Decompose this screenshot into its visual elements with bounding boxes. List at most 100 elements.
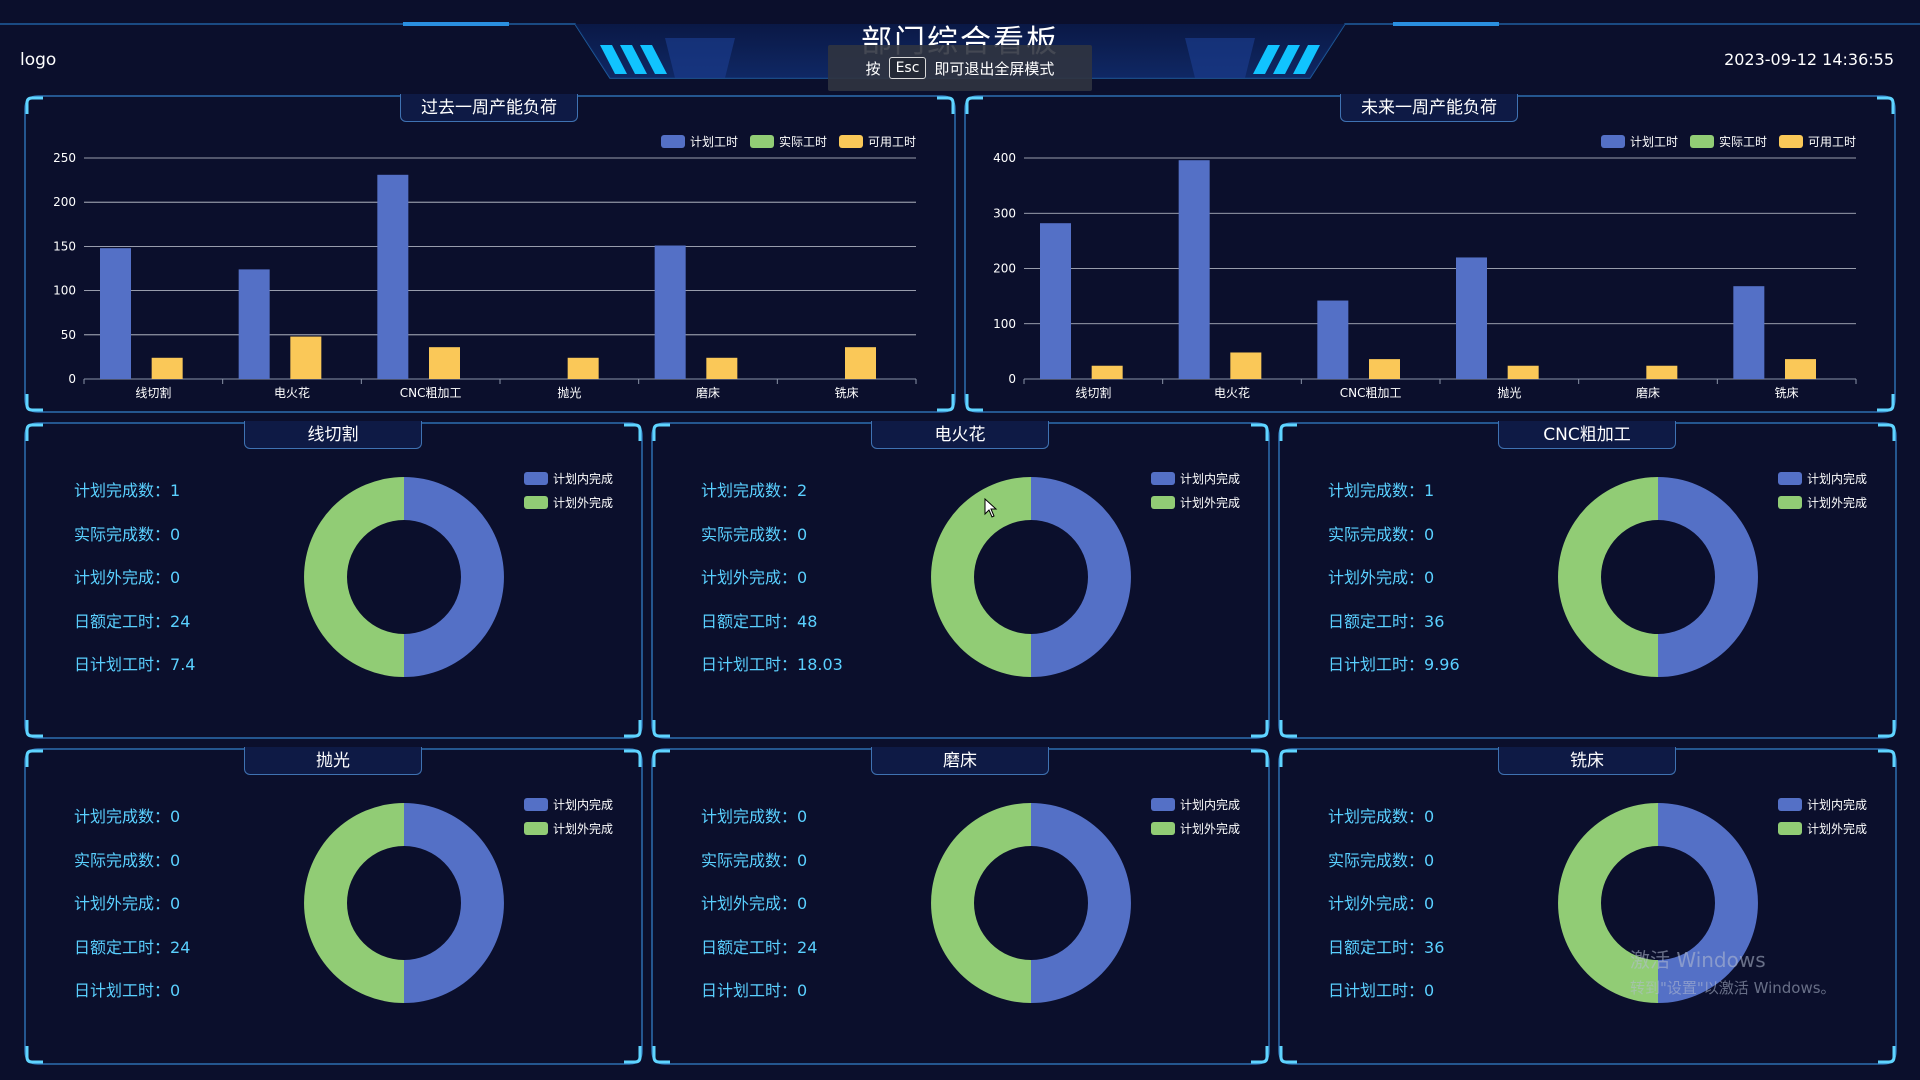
- stat-row: 日计划工时：9.96: [1328, 651, 1460, 695]
- watermark-line2: 转到"设置"以激活 Windows。: [1630, 979, 1836, 997]
- legend-out-plan[interactable]: 计划外完成: [524, 494, 613, 511]
- donut-slice-in-plan[interactable]: [1031, 477, 1131, 677]
- bar-available[interactable]: [845, 347, 876, 379]
- donut-legend: 计划内完成计划外完成: [1778, 796, 1867, 844]
- donut-legend: 计划内完成计划外完成: [524, 470, 613, 518]
- donut-chart: [1558, 477, 1758, 677]
- bar-available[interactable]: [151, 357, 183, 379]
- stat-label: 日计划工时：: [701, 981, 798, 1000]
- bar-available[interactable]: [706, 357, 738, 379]
- legend-in-plan[interactable]: 计划内完成: [524, 470, 613, 487]
- stat-value: 0: [1424, 894, 1435, 913]
- bar-available[interactable]: [1230, 352, 1262, 379]
- legend-label: 计划外完成: [1807, 496, 1868, 510]
- donut-slice-in-plan[interactable]: [404, 803, 504, 1003]
- bar-available[interactable]: [1507, 365, 1539, 379]
- stat-label: 日计划工时：: [1328, 981, 1425, 1000]
- bar-planned[interactable]: [100, 248, 131, 379]
- donut-slice-in-plan[interactable]: [1031, 803, 1131, 1003]
- corner-accent: [1279, 749, 1297, 767]
- donut-slice-out-plan[interactable]: [304, 477, 404, 677]
- donut-slice-out-plan[interactable]: [1558, 477, 1658, 677]
- panel-title: 铣床: [1498, 747, 1676, 775]
- stat-value: 7.4: [170, 655, 196, 674]
- stat-row: 计划外完成：0: [1328, 890, 1444, 934]
- legend-out-plan[interactable]: 计划外完成: [1778, 820, 1867, 837]
- toast-suffix: 即可退出全屏模式: [934, 59, 1055, 78]
- legend-in-plan[interactable]: 计划内完成: [1778, 796, 1867, 813]
- corner-accent: [652, 423, 670, 441]
- bar-planned[interactable]: [238, 269, 270, 379]
- stat-label: 日额定工时：: [74, 611, 171, 631]
- bar-available[interactable]: [567, 357, 599, 379]
- legend-swatch: [1778, 496, 1802, 509]
- panel-title: 磨床: [871, 747, 1049, 775]
- stat-row: 实际完成数：0: [701, 521, 843, 565]
- dept-panel-cnc-roughing: CNC粗加工计划完成数：1 实际完成数：0 计划外完成：0 日额定工时：36 日计划工时…: [1278, 421, 1897, 739]
- legend-in-plan[interactable]: 计划内完成: [1151, 796, 1240, 813]
- bar-planned[interactable]: [1040, 223, 1071, 379]
- corner-accent: [652, 749, 670, 767]
- bar-planned[interactable]: [377, 174, 409, 379]
- stat-row: 日计划工时：0: [74, 977, 190, 1021]
- bar-planned[interactable]: [1317, 300, 1349, 379]
- dept-stats: 计划完成数：1 实际完成数：0 计划外完成：0 日额定工时：36 日计划工时：9.96: [1328, 477, 1460, 695]
- panel-next-week-load: 未来一周产能负荷 计划工时 实际工时 可用工时 0 100 200 300 400 线切割…: [964, 94, 1896, 413]
- legend-in-plan[interactable]: 计划内完成: [524, 796, 613, 813]
- stat-label: 实际完成数：: [701, 524, 798, 544]
- corner-accent: [1878, 423, 1896, 441]
- stat-row: 计划完成数：0: [1328, 803, 1444, 847]
- bar-available[interactable]: [1646, 365, 1678, 379]
- donut-slice-in-plan[interactable]: [404, 477, 504, 677]
- corner-accent: [1251, 1046, 1269, 1064]
- mouse-cursor-icon: [984, 498, 998, 518]
- bar-available[interactable]: [429, 347, 460, 379]
- dept-stats: 计划完成数：0 实际完成数：0 计划外完成：0 日额定工时：36 日计划工时：0: [1328, 803, 1444, 1021]
- legend-out-plan[interactable]: 计划外完成: [1151, 820, 1240, 837]
- bar-available[interactable]: [1369, 359, 1400, 379]
- bar-available[interactable]: [1785, 359, 1816, 379]
- legend-in-plan[interactable]: 计划内完成: [1151, 470, 1240, 487]
- stat-label: 日额定工时：: [701, 611, 798, 631]
- x-tick-label: 电火花: [1214, 385, 1250, 400]
- stat-row: 计划外完成：0: [74, 564, 195, 608]
- bar-available[interactable]: [290, 336, 322, 379]
- legend-out-plan[interactable]: 计划外完成: [1151, 494, 1240, 511]
- stat-row: 日计划工时：7.4: [74, 651, 195, 695]
- corner-accent: [624, 720, 642, 738]
- stat-label: 计划完成数：: [1328, 481, 1425, 500]
- donut-slice-out-plan[interactable]: [931, 477, 1031, 677]
- dept-panel-polishing: 抛光计划完成数：0 实际完成数：0 计划外完成：0 日额定工时：24 日计划工时：0 计划…: [24, 747, 643, 1065]
- x-tick-label: 抛光: [557, 385, 581, 400]
- donut-slice-in-plan[interactable]: [1658, 477, 1758, 677]
- legend-swatch: [1778, 822, 1802, 835]
- stat-value: 0: [797, 568, 808, 587]
- donut-slice-out-plan[interactable]: [304, 803, 404, 1003]
- donut-slice-out-plan[interactable]: [931, 803, 1031, 1003]
- toast-prefix: 按: [865, 59, 881, 78]
- stat-value: 24: [797, 937, 818, 957]
- stat-value: 0: [797, 524, 808, 544]
- donut-chart: [304, 803, 504, 1003]
- legend-label: 计划外完成: [1180, 496, 1241, 510]
- legend-out-plan[interactable]: 计划外完成: [524, 820, 613, 837]
- legend-in-plan[interactable]: 计划内完成: [1778, 470, 1867, 487]
- bar-planned[interactable]: [1178, 160, 1210, 379]
- panel-title: 抛光: [244, 747, 422, 775]
- bar-available[interactable]: [1091, 365, 1123, 379]
- legend-swatch: [1151, 798, 1175, 811]
- legend-out-plan[interactable]: 计划外完成: [1778, 494, 1867, 511]
- stat-value: 0: [170, 524, 181, 544]
- stat-row: 实际完成数：0: [1328, 521, 1460, 565]
- dept-panel-grinder: 磨床 计划完成数：0 实际完成数：0 计划外完成：0 日额定工时：24 日计划工时：0 计划…: [651, 747, 1270, 1065]
- dept-panel-edm: 电火花 计划完成数：2 实际完成数：0 计划外完成：0 日额定工时：48 日计划工时：18…: [651, 421, 1270, 739]
- panel-title: CNC粗加工: [1498, 421, 1676, 449]
- bar-planned[interactable]: [1456, 257, 1487, 379]
- watermark-line1: 激活 Windows: [1630, 948, 1766, 972]
- legend-swatch: [524, 496, 548, 509]
- legend-swatch: [1151, 822, 1175, 835]
- bar-planned[interactable]: [1733, 286, 1765, 379]
- bar-planned[interactable]: [654, 245, 686, 379]
- stat-label: 实际完成数：: [74, 850, 171, 870]
- dept-stats: 计划完成数：0 实际完成数：0 计划外完成：0 日额定工时：24 日计划工时：0: [74, 803, 190, 1021]
